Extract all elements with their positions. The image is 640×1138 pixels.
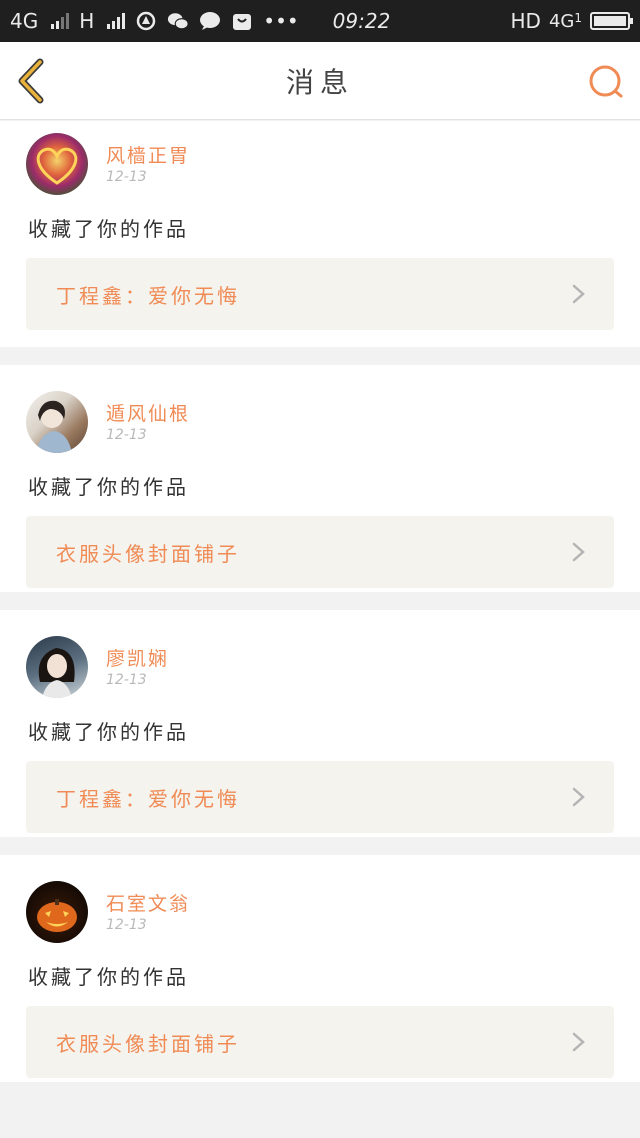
username[interactable]: 风樯正胃 bbox=[106, 141, 190, 168]
pumpkin-avatar-image bbox=[37, 899, 77, 932]
chevron-right-icon bbox=[572, 787, 585, 807]
more-notifications-icon: ••• bbox=[263, 9, 299, 33]
avatar[interactable] bbox=[26, 133, 88, 195]
work-title: 丁程鑫：爱你无悔 bbox=[56, 786, 240, 811]
username[interactable]: 石室文翁 bbox=[106, 889, 190, 916]
back-button[interactable] bbox=[14, 58, 54, 104]
work-link[interactable]: 丁程鑫：爱你无悔 bbox=[26, 258, 614, 330]
message-card: 廖凯娴 12-13 收藏了你的作品 丁程鑫：爱你无悔 bbox=[0, 610, 640, 837]
hd-label: HD bbox=[510, 9, 541, 33]
chevron-right-icon bbox=[572, 1032, 585, 1052]
search-button[interactable] bbox=[586, 62, 626, 102]
person-avatar-image bbox=[36, 400, 72, 453]
username[interactable]: 廖凯娴 bbox=[106, 644, 169, 671]
heart-avatar-image bbox=[36, 147, 78, 185]
work-link[interactable]: 衣服头像封面铺子 bbox=[26, 1006, 614, 1078]
work-title: 衣服头像封面铺子 bbox=[56, 1031, 240, 1056]
avatar[interactable] bbox=[26, 636, 88, 698]
message-card: 遁风仙根 12-13 收藏了你的作品 衣服头像封面铺子 bbox=[0, 365, 640, 592]
message-date: 12-13 bbox=[106, 672, 147, 688]
navigation-bar: 消息 bbox=[0, 42, 640, 120]
message-date: 12-13 bbox=[106, 917, 147, 933]
chevron-left-icon bbox=[18, 58, 44, 104]
avatar[interactable] bbox=[26, 881, 88, 943]
shopping-bag-icon bbox=[231, 10, 253, 32]
network-h-label: H bbox=[79, 9, 95, 33]
action-text: 收藏了你的作品 bbox=[28, 720, 189, 744]
qq-browser-icon bbox=[135, 10, 157, 32]
signal-strength-icon-2 bbox=[107, 13, 126, 29]
network-4g-label: 4G bbox=[10, 9, 39, 33]
action-text: 收藏了你的作品 bbox=[28, 217, 189, 241]
network-4g-right-label: 4G bbox=[548, 10, 575, 32]
action-text: 收藏了你的作品 bbox=[28, 965, 189, 989]
person-avatar-image bbox=[38, 648, 75, 698]
network-4g-right: 4G 1 bbox=[549, 11, 582, 32]
message-card: 石室文翁 12-13 收藏了你的作品 衣服头像封面铺子 bbox=[0, 855, 640, 1082]
sim-index: 1 bbox=[574, 10, 582, 25]
message-date: 12-13 bbox=[106, 427, 147, 443]
message-date: 12-13 bbox=[106, 169, 147, 185]
chevron-right-icon bbox=[572, 542, 585, 562]
message-bubble-icon bbox=[199, 10, 221, 32]
wechat-icon bbox=[167, 10, 189, 32]
status-bar: 4G H ••• 09:22 HD 4G 1 bbox=[0, 0, 640, 42]
clock-time: 09:22 bbox=[332, 9, 391, 33]
work-title: 丁程鑫：爱你无悔 bbox=[56, 283, 240, 308]
username[interactable]: 遁风仙根 bbox=[106, 399, 190, 426]
page-title: 消息 bbox=[285, 65, 354, 99]
battery-icon bbox=[590, 12, 633, 30]
chevron-right-icon bbox=[572, 284, 585, 304]
message-card: 风樯正胃 12-13 收藏了你的作品 丁程鑫：爱你无悔 bbox=[0, 121, 640, 347]
work-link[interactable]: 衣服头像封面铺子 bbox=[26, 516, 614, 588]
action-text: 收藏了你的作品 bbox=[28, 475, 189, 499]
work-title: 衣服头像封面铺子 bbox=[56, 541, 240, 566]
search-icon bbox=[589, 65, 623, 98]
message-list: 风樯正胃 12-13 收藏了你的作品 丁程鑫：爱你无悔 遁风仙根 12-13 收… bbox=[0, 121, 640, 1100]
signal-strength-icon bbox=[51, 13, 70, 29]
avatar[interactable] bbox=[26, 391, 88, 453]
work-link[interactable]: 丁程鑫：爱你无悔 bbox=[26, 761, 614, 833]
